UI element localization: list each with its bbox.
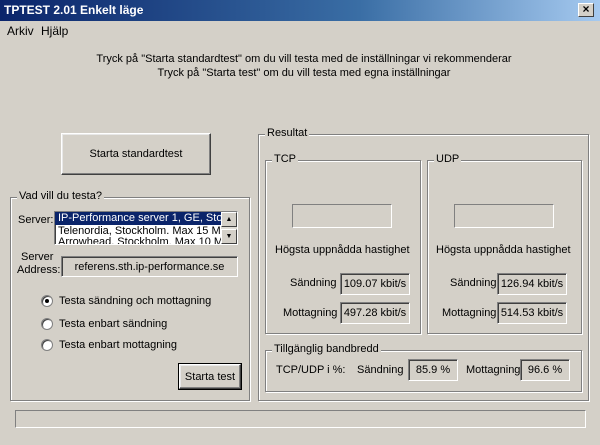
bandwidth-label: TCP/UDP i %: [276, 364, 346, 376]
tcp-group-title: TCP [272, 153, 298, 165]
server-list[interactable]: IP-Performance server 1, GE, Stockholm T… [54, 211, 238, 245]
bandwidth-send-label: Sändning [357, 364, 404, 376]
start-test-button[interactable]: Starta test [178, 363, 242, 390]
udp-recv-label: Mottagning [442, 307, 497, 319]
test-config-group-title: Vad vill du testa? [17, 190, 104, 202]
server-option[interactable]: Arrowhead, Stockholm. Max 10 Mbit/s [55, 236, 237, 244]
mode-label: Testa enbart mottagning [59, 339, 178, 351]
mode-send-only-radio[interactable]: Testa enbart sändning [41, 318, 167, 330]
mode-receive-only-radio[interactable]: Testa enbart mottagning [41, 339, 177, 351]
instruction-custom: Tryck på "Starta test" om du vill testa … [157, 67, 451, 79]
bandwidth-recv-label: Mottagning [466, 364, 521, 376]
udp-recv-value: 514.53 kbit/s [497, 302, 567, 324]
udp-send-value: 126.94 kbit/s [497, 273, 567, 295]
server-address-field: referens.sth.ip-performance.se [61, 256, 238, 277]
radio-unchecked-icon [41, 339, 53, 351]
mode-label: Testa enbart sändning [59, 318, 168, 330]
server-label: Server: [18, 214, 54, 226]
close-icon: × [582, 2, 590, 16]
radio-checked-icon [41, 295, 53, 307]
server-address-label-line1: Server [21, 251, 54, 263]
tcp-send-value: 109.07 kbit/s [340, 273, 410, 295]
server-address-label-line2: Address: [17, 264, 61, 276]
status-bar [15, 410, 586, 428]
window-title: TPTEST 2.01 Enkelt läge [4, 3, 144, 17]
udp-send-label: Sändning [450, 277, 497, 289]
results-group-title: Resultat [265, 127, 310, 139]
server-list-scrollbar[interactable]: ▲ ▼ [221, 212, 237, 244]
tcp-recv-value: 497.28 kbit/s [340, 302, 410, 324]
udp-group-title: UDP [434, 153, 462, 165]
menu-arkiv[interactable]: Arkiv [7, 24, 34, 38]
tcp-progress-field [292, 204, 392, 228]
instruction-standard: Tryck på "Starta standardtest" om du vil… [96, 53, 512, 65]
menu-hjalp[interactable]: Hjälp [41, 24, 68, 38]
close-button[interactable]: × [578, 3, 594, 17]
bandwidth-recv-value: 96.6 % [520, 359, 570, 381]
menu-bar: Arkiv Hjälp [0, 21, 600, 41]
radio-unchecked-icon [41, 318, 53, 330]
tcp-send-label: Sändning [290, 277, 337, 289]
server-option[interactable]: IP-Performance server 1, GE, Stockholm [55, 212, 237, 225]
start-standard-test-button[interactable]: Starta standardtest [61, 133, 211, 175]
scroll-down-icon[interactable]: ▼ [221, 229, 237, 244]
bandwidth-send-value: 85.9 % [408, 359, 458, 381]
title-bar: TPTEST 2.01 Enkelt läge × [0, 0, 600, 21]
mode-send-receive-radio[interactable]: Testa sändning och mottagning [41, 295, 211, 307]
tcp-highest-label: Högsta uppnådda hastighet [275, 244, 410, 256]
scroll-up-icon[interactable]: ▲ [221, 212, 237, 227]
tcp-recv-label: Mottagning [283, 307, 338, 319]
instructions: Tryck på "Starta standardtest" om du vil… [0, 52, 600, 80]
udp-progress-field [454, 204, 554, 228]
mode-label: Testa sändning och mottagning [59, 295, 212, 307]
bandwidth-group-title: Tillgänglig bandbredd [272, 343, 381, 355]
udp-highest-label: Högsta uppnådda hastighet [436, 244, 571, 256]
